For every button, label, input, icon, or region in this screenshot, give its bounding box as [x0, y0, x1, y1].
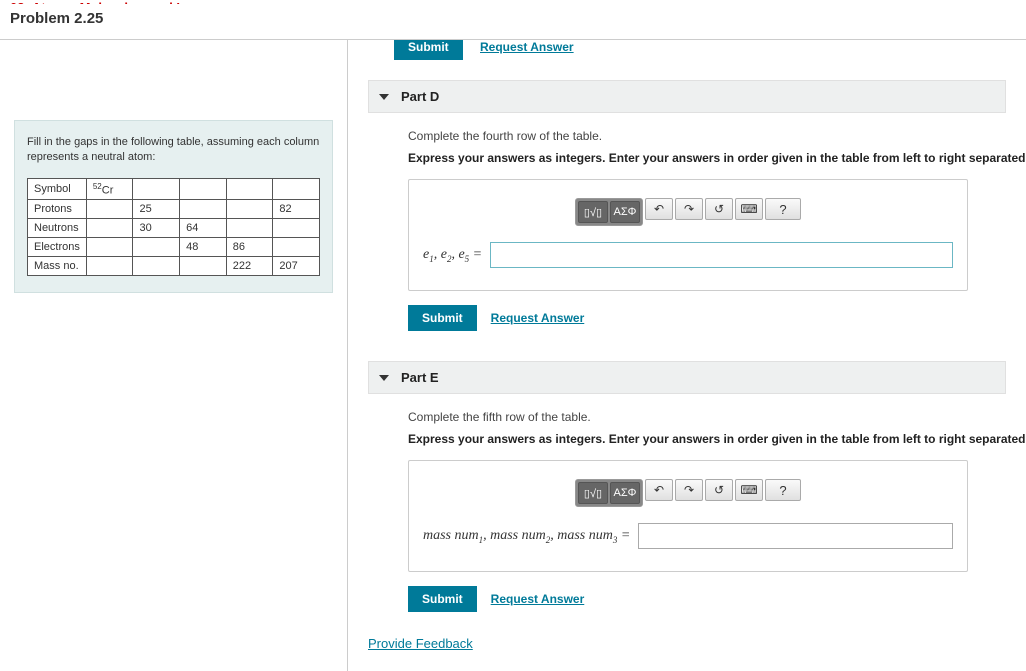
reset-icon[interactable]: ↺ — [705, 479, 733, 501]
cell — [133, 178, 180, 200]
table-row: Protons 25 82 — [28, 200, 320, 219]
templates-icon[interactable]: ▯√▯ — [578, 201, 608, 223]
cell — [86, 219, 133, 238]
cell — [86, 238, 133, 257]
help-icon[interactable]: ? — [765, 198, 801, 220]
request-answer-link[interactable]: Request Answer — [491, 311, 585, 325]
greek-icon[interactable]: ΑΣΦ — [610, 482, 640, 504]
row-label: Mass no. — [28, 257, 87, 276]
cell — [180, 178, 227, 200]
undo-icon[interactable]: ↶ — [645, 479, 673, 501]
cell: 25 — [133, 200, 180, 219]
answer-toolbar: ▯√▯ ΑΣΦ ↶ ↷ ↺ ⌨ ? — [423, 198, 953, 226]
cell — [180, 257, 227, 276]
cell: 64 — [180, 219, 227, 238]
table-row: Neutrons 30 64 — [28, 219, 320, 238]
answer-panel: Submit Request Answer Part D Complete th… — [348, 40, 1026, 671]
cell: 82 — [273, 200, 320, 219]
part-e-instr2: Express your answers as integers. Enter … — [408, 432, 996, 446]
keyboard-icon[interactable]: ⌨ — [735, 198, 763, 220]
part-d: Part D Complete the fourth row of the ta… — [368, 80, 1006, 331]
prompt-box: Fill in the gaps in the following table,… — [14, 120, 333, 293]
chevron-down-icon — [379, 375, 389, 381]
chapter-link-text: 02: Atoms, Molecules, and Ions — [10, 0, 203, 4]
part-e: Part E Complete the fifth row of the tab… — [368, 361, 1006, 612]
part-e-instr1: Complete the fifth row of the table. — [408, 410, 996, 424]
undo-icon[interactable]: ↶ — [645, 198, 673, 220]
cell — [273, 238, 320, 257]
redo-icon[interactable]: ↷ — [675, 479, 703, 501]
part-d-answer-label: e1, e2, e5 = — [423, 247, 482, 264]
part-d-answer-input[interactable] — [490, 242, 953, 268]
redo-icon[interactable]: ↷ — [675, 198, 703, 220]
submit-button[interactable]: Submit — [408, 305, 477, 331]
part-e-answer-input[interactable] — [638, 523, 953, 549]
cell — [86, 200, 133, 219]
cell — [180, 200, 227, 219]
cell: 207 — [273, 257, 320, 276]
row-label: Protons — [28, 200, 87, 219]
cell: 86 — [226, 238, 273, 257]
help-icon[interactable]: ? — [765, 479, 801, 501]
part-d-header[interactable]: Part D — [368, 80, 1006, 113]
prompt-text: Fill in the gaps in the following table,… — [27, 135, 320, 166]
row-label: Symbol — [28, 178, 87, 200]
cell — [133, 257, 180, 276]
cell — [226, 219, 273, 238]
cell: 48 — [180, 238, 227, 257]
part-d-answer-box: ▯√▯ ΑΣΦ ↶ ↷ ↺ ⌨ ? e1, e2, e5 = — [408, 179, 968, 291]
cell — [226, 178, 273, 200]
reset-icon[interactable]: ↺ — [705, 198, 733, 220]
part-d-instr2: Express your answers as integers. Enter … — [408, 151, 996, 165]
table-row: Symbol 52Cr — [28, 178, 320, 200]
row-label: Neutrons — [28, 219, 87, 238]
keyboard-icon[interactable]: ⌨ — [735, 479, 763, 501]
templates-icon[interactable]: ▯√▯ — [578, 482, 608, 504]
cell — [133, 238, 180, 257]
provide-feedback-link[interactable]: Provide Feedback — [368, 636, 473, 651]
cell: 30 — [133, 219, 180, 238]
part-e-title: Part E — [401, 370, 439, 385]
greek-icon[interactable]: ΑΣΦ — [610, 201, 640, 223]
table-row: Mass no. 222 207 — [28, 257, 320, 276]
cell: 52Cr — [86, 178, 133, 200]
answer-toolbar: ▯√▯ ΑΣΦ ↶ ↷ ↺ ⌨ ? — [423, 479, 953, 507]
part-e-answer-box: ▯√▯ ΑΣΦ ↶ ↷ ↺ ⌨ ? mass num1, mass num2, … — [408, 460, 968, 572]
ghost-submit-row: Submit Request Answer — [394, 40, 574, 60]
cell — [273, 178, 320, 200]
submit-button[interactable]: Submit — [408, 586, 477, 612]
problem-title: Problem 2.25 — [0, 4, 1026, 40]
problem-statement-panel: Fill in the gaps in the following table,… — [0, 40, 348, 671]
cell: 222 — [226, 257, 273, 276]
chevron-down-icon — [379, 94, 389, 100]
part-e-answer-label: mass num1, mass num2, mass num3 = — [423, 528, 630, 545]
submit-button[interactable]: Submit — [394, 40, 463, 60]
part-d-instr1: Complete the fourth row of the table. — [408, 129, 996, 143]
row-label: Electrons — [28, 238, 87, 257]
request-answer-link[interactable]: Request Answer — [491, 592, 585, 606]
cell — [86, 257, 133, 276]
cell — [226, 200, 273, 219]
cell — [273, 219, 320, 238]
part-e-header[interactable]: Part E — [368, 361, 1006, 394]
part-d-title: Part D — [401, 89, 439, 104]
table-row: Electrons 48 86 — [28, 238, 320, 257]
request-answer-link[interactable]: Request Answer — [480, 40, 574, 54]
atom-table: Symbol 52Cr Protons 25 82 Neutrons — [27, 178, 320, 277]
